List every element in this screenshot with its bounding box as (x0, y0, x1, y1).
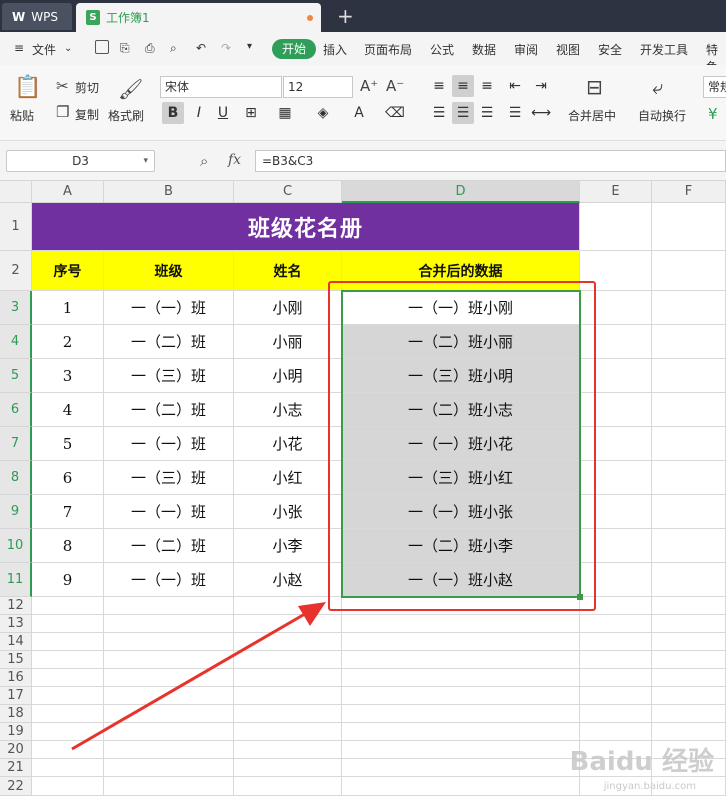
name-box-dropdown-icon[interactable]: ▾ (143, 151, 148, 171)
wps-logo-icon: W (12, 9, 26, 24)
tab-wps-label: WPS (31, 9, 58, 24)
annotation-arrow (71, 602, 326, 751)
menu-home[interactable]: 开始 (272, 39, 317, 59)
spreadsheet-icon: S (86, 10, 100, 25)
align-left-icon[interactable]: ☰ (428, 102, 450, 124)
name-box[interactable]: D3 ▾ (6, 150, 155, 172)
chevron-down-icon[interactable]: ⌄ (64, 43, 72, 54)
align-top-icon[interactable]: ≡ (428, 75, 450, 97)
align-right-icon[interactable]: ☰ (476, 102, 498, 124)
decrease-indent-icon[interactable]: ⇤ (504, 75, 526, 97)
merge-center-button[interactable]: 合并居中 (568, 107, 616, 124)
merge-cells-icon[interactable]: ⊟ (586, 75, 603, 99)
font-color-icon[interactable]: A (348, 102, 370, 124)
distributed-icon[interactable]: ⟷ (530, 102, 552, 124)
new-tab-plus-icon[interactable]: + (337, 4, 354, 28)
number-format-select[interactable]: 常规 (703, 76, 726, 98)
font-size-select[interactable]: 12 (283, 76, 353, 98)
fill-color-icon[interactable]: ◈ (312, 102, 334, 124)
cut-button[interactable]: 剪切 (75, 79, 99, 96)
scissors-icon[interactable]: ✂ (56, 77, 69, 95)
menu-data[interactable]: 数据 (472, 41, 496, 58)
bold-icon[interactable]: B (162, 102, 184, 124)
unsaved-dot-icon (307, 15, 313, 21)
spreadsheet-grid: A B C D E F 1 2 3 4 5 6 7 8 9 10 11 12 1… (0, 181, 726, 796)
redo-icon[interactable]: ↷ (221, 41, 231, 55)
tab-wps-home[interactable]: W WPS (2, 3, 72, 30)
undo-icon[interactable]: ↶ (196, 41, 206, 55)
name-box-value: D3 (72, 154, 89, 168)
align-center-icon[interactable]: ☰ (452, 102, 474, 124)
clear-format-icon[interactable]: ⌫ (384, 102, 406, 124)
ribbon-toolbar: 📋 粘贴 ✂ 剪切 ❐ 复制 🖌 格式刷 宋体 12 A⁺ A⁻ B I U ⊞… (0, 65, 726, 141)
hamburger-icon[interactable]: ≡ (14, 41, 24, 55)
underline-icon[interactable]: U (212, 102, 234, 124)
menu-security[interactable]: 安全 (598, 41, 622, 58)
watermark-logo: Baidu 经验 (569, 747, 714, 777)
formula-bar: D3 ▾ ⌕ fx =B3&C3 (0, 141, 726, 181)
menu-insert[interactable]: 插入 (323, 41, 347, 58)
copy-button[interactable]: 复制 (75, 106, 99, 123)
quick-access-dropdown-icon[interactable]: ▾ (247, 41, 252, 52)
wrap-text-button[interactable]: 自动换行 (638, 107, 686, 124)
tab-workbook[interactable]: S 工作簿1 (76, 3, 321, 32)
wrap-text-icon[interactable]: ⤶ (652, 75, 663, 99)
fx-icon[interactable]: fx (228, 152, 241, 168)
align-middle-icon[interactable]: ≡ (452, 75, 474, 97)
italic-icon[interactable]: I (188, 102, 210, 124)
increase-indent-icon[interactable]: ⇥ (530, 75, 552, 97)
justify-icon[interactable]: ☰ (504, 102, 526, 124)
increase-font-icon[interactable]: A⁺ (360, 77, 378, 95)
menu-view[interactable]: 视图 (556, 41, 580, 58)
paste-icon[interactable]: 📋 (14, 75, 41, 100)
formula-input[interactable]: =B3&C3 (255, 150, 726, 172)
paste-button[interactable]: 粘贴 (10, 107, 34, 124)
menu-file[interactable]: 文件 (32, 41, 56, 58)
print-preview-icon[interactable]: ⌕ (170, 41, 177, 56)
currency-icon[interactable]: ¥ (708, 105, 718, 123)
font-name-select[interactable]: 宋体 (160, 76, 282, 98)
menu-formulas[interactable]: 公式 (430, 41, 454, 58)
menu-review[interactable]: 审阅 (514, 41, 538, 58)
menu-developer[interactable]: 开发工具 (640, 41, 688, 58)
format-painter-button[interactable]: 格式刷 (108, 107, 144, 124)
font-name-value: 宋体 (165, 80, 190, 94)
menu-page-layout[interactable]: 页面布局 (364, 41, 412, 58)
export-icon[interactable]: ⎘ (120, 41, 130, 56)
print-icon[interactable]: ⎙ (145, 41, 155, 56)
fill-style-icon[interactable]: ▦ (274, 102, 296, 124)
font-size-value: 12 (288, 80, 304, 94)
border-icon[interactable]: ⊞ (240, 102, 262, 124)
zoom-icon[interactable]: ⌕ (200, 152, 208, 170)
tab-workbook-label: 工作簿1 (106, 11, 150, 25)
save-icon[interactable] (95, 40, 109, 54)
copy-icon[interactable]: ❐ (56, 103, 69, 121)
decrease-font-icon[interactable]: A⁻ (386, 77, 404, 95)
watermark-url: jingyan.baidu.com (603, 781, 696, 792)
menu-bar: ≡ 文件 ⌄ ⎘ ⎙ ⌕ ↶ ↷ ▾ 开始 插入 页面布局 公式 数据 审阅 视… (0, 32, 726, 74)
title-bar: W WPS S 工作簿1 + (0, 0, 726, 32)
number-format-value: 常规 (708, 80, 726, 94)
align-bottom-icon[interactable]: ≡ (476, 75, 498, 97)
format-painter-icon[interactable]: 🖌 (118, 77, 143, 101)
